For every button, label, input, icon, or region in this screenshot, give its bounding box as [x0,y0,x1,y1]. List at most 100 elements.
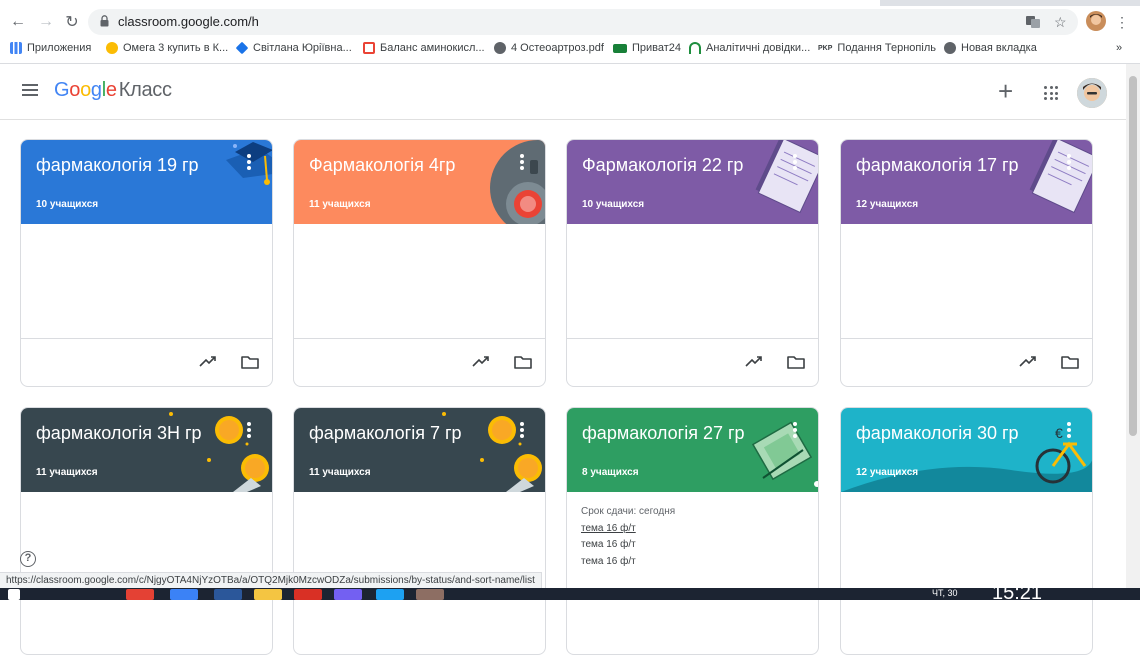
account-avatar[interactable] [1077,78,1107,108]
bookmark-balance[interactable]: Баланс аминокисл... [363,42,485,54]
class-card[interactable]: € фармакологія 30 гр 12 учащихся [840,407,1093,655]
status-bar-url: https://classroom.google.com/c/NjgyOTA4N… [0,572,542,588]
class-title[interactable]: фармакологія 19 гр [36,155,199,176]
class-card-header[interactable]: фармакологія 19 гр 10 учащихся [21,140,272,224]
trending-up-icon[interactable] [745,355,763,367]
url-text: classroom.google.com/h [118,14,259,29]
folder-icon[interactable] [1061,355,1079,369]
more-options-icon[interactable] [247,154,251,170]
browser-menu-icon[interactable]: ⋮ [1110,10,1134,34]
add-class-button[interactable]: + [998,76,1013,107]
class-card[interactable]: фармакологія 17 гр 12 учащихся [840,139,1093,387]
class-card[interactable]: фармакологія 7 гр 11 учащихся [293,407,546,655]
class-title[interactable]: фармакологія 30 гр [856,423,1019,444]
class-card[interactable]: фармакологія 19 гр 10 учащихся [20,139,273,387]
taskbar-app-chrome[interactable] [126,589,154,600]
bookmark-osteo[interactable]: 4 Остеоартроз.pdf [494,42,604,54]
bookmark-apps[interactable]: Приложения [10,42,91,54]
class-title[interactable]: Фармакологія 22 гр [582,155,743,176]
translate-icon[interactable] [1025,14,1041,30]
assignment-link[interactable]: тема 16 ф/т [581,521,675,538]
trending-up-icon[interactable] [472,355,490,367]
student-count: 12 учащихся [856,199,919,210]
globe-icon [494,42,506,54]
class-title[interactable]: фармакологія 7 гр [309,423,462,444]
more-options-icon[interactable] [247,422,251,438]
trending-up-icon[interactable] [1019,355,1037,367]
due-assignments: Срок сдачи: сегодня тема 16 ф/т тема 16 ф/… [581,504,675,570]
more-options-icon[interactable] [793,422,797,438]
bookmark-podannya[interactable]: PKP Подання Тернопіль [818,42,936,54]
lock-icon [100,15,109,27]
taskbar-app-viber[interactable] [334,589,362,600]
class-title[interactable]: Фармакологія 4гр [309,155,455,176]
student-count: 8 учащихся [582,467,639,478]
more-options-icon[interactable] [1067,422,1071,438]
assignment-link[interactable]: тема 16 ф/т [581,554,675,571]
google-apps-icon[interactable] [1044,86,1058,100]
due-label: Срок сдачи: сегодня [581,506,676,517]
class-card-header[interactable]: Фармакологія 22 гр 10 учащихся [567,140,818,224]
class-title[interactable]: фармакологія 27 гр [582,423,745,444]
class-card-header[interactable]: фармакологія 7 гр 11 учащихся [294,408,545,492]
bookmark-privat[interactable]: Приват24 [613,42,681,54]
taskbar-app-folder[interactable] [254,589,282,600]
bookmark-omega[interactable]: Омега 3 купить в К... [106,42,228,54]
taskbar-app-opera[interactable] [294,589,322,600]
folder-icon[interactable] [787,355,805,369]
bookmark-analytics[interactable]: Аналітичні довідки... [689,42,810,54]
hamburger-menu-icon[interactable] [22,84,38,96]
google-classroom-logo[interactable]: Google Класс [54,79,172,102]
class-title[interactable]: фармакологія 17 гр [856,155,1019,176]
google-letter: o [80,79,91,101]
class-card[interactable]: фармакологія 3Н гр 11 учащихся [20,407,273,655]
folder-icon[interactable] [241,355,259,369]
windows-start-icon[interactable] [8,589,20,600]
browser-chrome: ← → ↻ classroom.google.com/h ☆ ⋮ Приложе… [0,0,1140,64]
app-header: Google Класс + [0,64,1126,120]
assignment-link[interactable]: тема 16 ф/т [581,537,675,554]
forward-arrow-icon[interactable]: → [34,10,58,34]
bookmarks-more-chevron[interactable]: » [1116,42,1122,54]
class-card-header[interactable]: фармакологія 27 гр 8 учащихся [567,408,818,492]
more-options-icon[interactable] [793,154,797,170]
page-scrollbar[interactable] [1126,64,1140,588]
trending-up-icon[interactable] [199,355,217,367]
card-icon [613,43,627,53]
class-card-header[interactable]: € фармакологія 30 гр 12 учащихся [841,408,1092,492]
taskbar-app-files[interactable] [416,589,444,600]
more-options-icon[interactable] [1067,154,1071,170]
taskbar-app-blue[interactable] [170,589,198,600]
class-card[interactable]: Фармакологія 22 гр 10 учащихся [566,139,819,387]
student-count: 11 учащихся [309,467,371,478]
more-options-icon[interactable] [520,154,524,170]
back-arrow-icon[interactable]: ← [6,10,30,34]
reload-icon[interactable]: ↻ [60,10,84,34]
more-options-icon[interactable] [520,422,524,438]
class-card[interactable]: Фармакологія 4гр 11 учащихся [293,139,546,387]
browser-profile-avatar[interactable] [1086,11,1106,31]
bookmark-svitlana[interactable]: Світлана Юріївна... [235,41,352,55]
class-card-footer [294,338,545,386]
arch-icon [689,42,701,54]
taskbar-app-word[interactable] [214,589,242,600]
student-count: 10 учащихся [582,199,645,210]
taskbar-clock: 15:21 [992,588,1043,600]
google-letter: e [105,79,117,101]
svg-text:€: € [1055,425,1063,441]
class-card[interactable]: фармакологія 27 гр 8 учащихся Срок сдачи: … [566,407,819,655]
google-letter: g [90,79,102,101]
student-count: 12 учащихся [856,467,919,478]
taskbar-date: ЧТ, 30 [932,588,958,598]
class-title[interactable]: фармакологія 3Н гр [36,423,202,444]
class-card-header[interactable]: фармакологія 17 гр 12 учащихся [841,140,1092,224]
bookmark-new-tab[interactable]: Новая вкладка [944,42,1037,54]
taskbar-app-skype[interactable] [376,589,404,600]
scrollbar-thumb[interactable] [1129,76,1137,436]
folder-icon[interactable] [514,355,532,369]
help-button[interactable]: ? [20,551,36,567]
class-card-header[interactable]: фармакологія 3Н гр 11 учащихся [21,408,272,492]
class-card-header[interactable]: Фармакологія 4гр 11 учащихся [294,140,545,224]
address-bar[interactable]: classroom.google.com/h ☆ [88,9,1078,35]
bookmark-star-icon[interactable]: ☆ [1054,14,1067,31]
